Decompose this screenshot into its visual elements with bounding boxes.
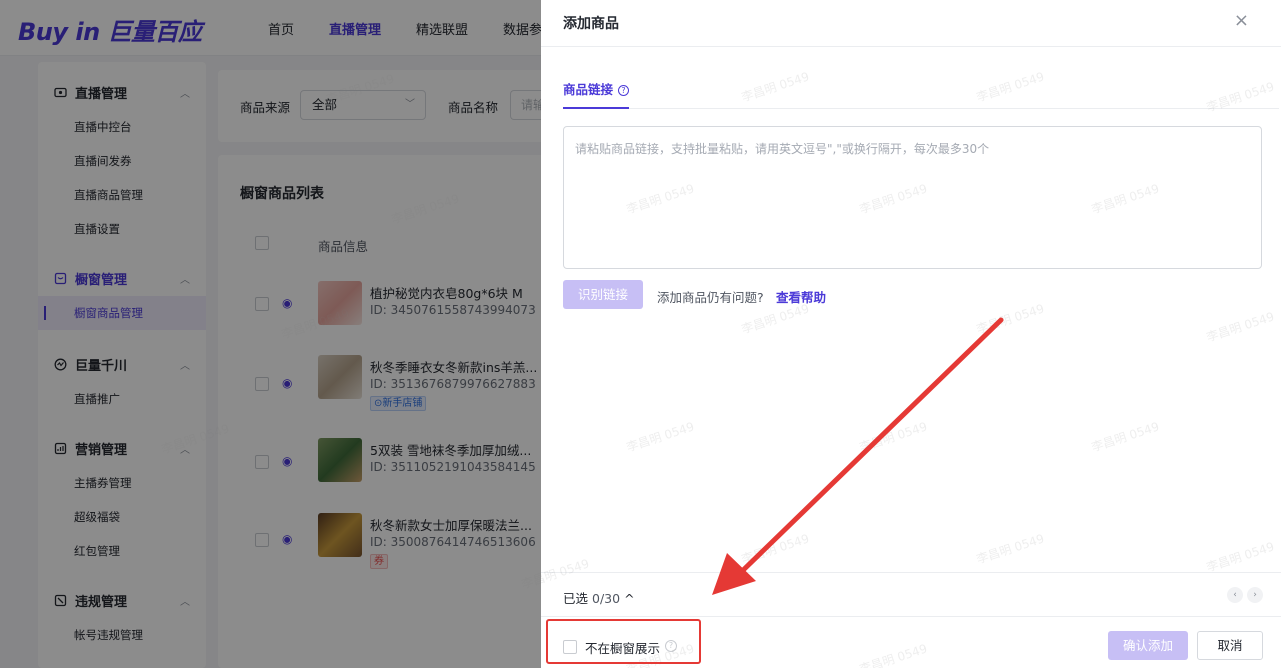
add-product-drawer: 添加商品 × 商品链接? 请粘贴商品链接，支持批量粘贴，请用英文逗号","或换行…: [541, 0, 1281, 668]
tab-bar-line: [563, 108, 1279, 109]
drawer-title: 添加商品: [563, 16, 619, 32]
divider: [541, 616, 1281, 617]
tab-product-link[interactable]: 商品链接?: [563, 79, 630, 98]
cancel-button[interactable]: 取消: [1197, 631, 1263, 660]
product-link-textarea[interactable]: 请粘贴商品链接，支持批量粘贴，请用英文逗号","或换行隔开，每次最多30个: [563, 126, 1262, 269]
divider: [541, 46, 1281, 47]
tab-label: 商品链接: [563, 82, 614, 97]
prev-page-icon[interactable]: ‹: [1227, 587, 1243, 603]
selected-count: 0/30: [592, 591, 621, 606]
divider: [541, 572, 1281, 573]
info-icon[interactable]: ?: [665, 640, 677, 652]
confirm-add-button[interactable]: 确认添加: [1108, 631, 1188, 660]
view-help-link[interactable]: 查看帮助: [776, 287, 826, 306]
close-icon[interactable]: ×: [1234, 10, 1249, 31]
hide-from-window-checkbox[interactable]: [563, 640, 577, 654]
selected-count-toggle[interactable]: 已选 0/30 ^: [563, 588, 635, 607]
hide-from-window-label[interactable]: 不在橱窗展示: [585, 638, 660, 657]
parse-link-button[interactable]: 识别链接: [563, 280, 643, 309]
next-page-icon[interactable]: ›: [1247, 587, 1263, 603]
selected-label: 已选: [563, 591, 589, 606]
help-circle-icon[interactable]: ?: [618, 85, 630, 96]
chevron-up-icon: ^: [624, 591, 635, 606]
modal-mask[interactable]: [0, 0, 541, 668]
help-question-text: 添加商品仍有问题?: [657, 290, 764, 305]
tab-active-indicator: [563, 107, 629, 109]
